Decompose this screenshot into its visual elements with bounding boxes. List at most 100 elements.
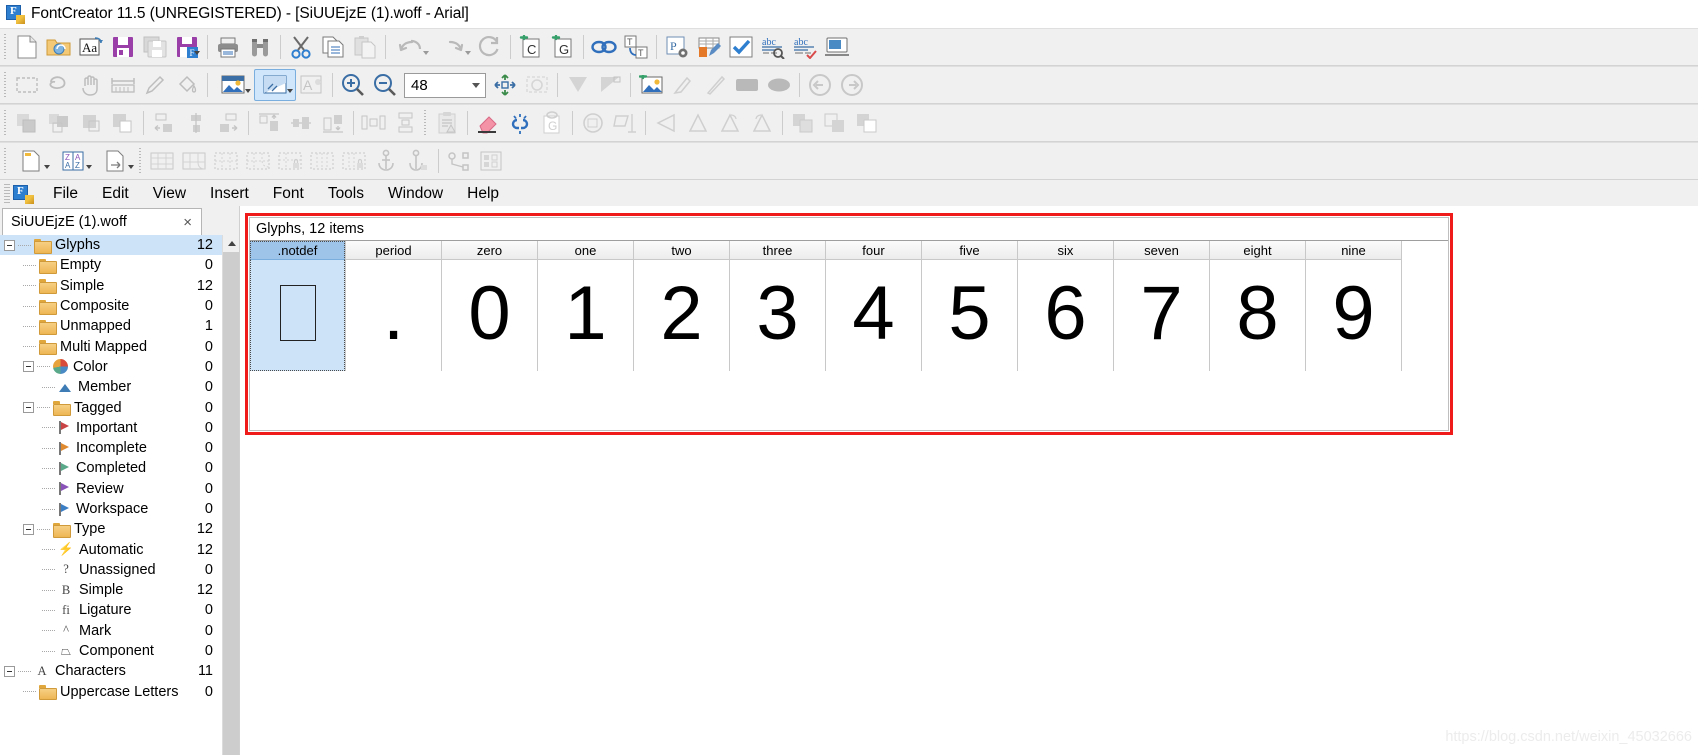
tree-expander-icon[interactable] <box>4 665 15 677</box>
glyph-preview[interactable]: 6 <box>1018 260 1113 371</box>
tree-item-uppercase-letters[interactable]: Uppercase Letters 0 <box>0 682 239 702</box>
tree-expander-icon[interactable] <box>23 523 34 535</box>
glyph-preview[interactable]: . <box>346 260 441 371</box>
tree-item-color[interactable]: Color 0 <box>0 357 239 377</box>
add-c-icon[interactable]: C <box>515 31 547 63</box>
sort-az-icon[interactable]: ZAAZ <box>53 145 95 177</box>
glyph-cell[interactable]: four 4 <box>826 241 922 371</box>
menu-tools[interactable]: Tools <box>316 183 376 205</box>
zoom-out-icon[interactable] <box>369 69 401 101</box>
tree-item-glyphs[interactable]: Glyphs 12 <box>0 235 239 256</box>
tree-item-review[interactable]: Review 0 <box>0 479 239 499</box>
picture-icon[interactable] <box>212 69 254 101</box>
menubar-grip[interactable] <box>4 183 10 204</box>
chevron-down-icon[interactable] <box>467 73 485 97</box>
glyph-preview[interactable]: 0 <box>442 260 537 371</box>
tree-item-component[interactable]: ⏢ Component 0 <box>0 641 239 661</box>
chevron-down-icon[interactable] <box>423 51 429 55</box>
tree-item-empty[interactable]: Empty 0 <box>0 255 239 275</box>
tree-item-type[interactable]: Type 12 <box>0 519 239 539</box>
chevron-down-icon[interactable] <box>128 165 134 169</box>
text-transform-icon[interactable]: TT <box>620 31 652 63</box>
zoom-level-combo[interactable]: 48 <box>404 72 486 98</box>
glyph-cell[interactable]: eight 8 <box>1210 241 1306 371</box>
toolbar-grip[interactable] <box>138 148 144 174</box>
scrollbar-track[interactable] <box>223 252 239 755</box>
fit-arrows-icon[interactable] <box>489 69 521 101</box>
menu-help[interactable]: Help <box>455 183 511 205</box>
table-pencil-icon[interactable] <box>693 31 725 63</box>
document-tab[interactable]: SiUUEjzE (1).woff × <box>2 208 202 235</box>
open-folder-button[interactable] <box>43 31 75 63</box>
glyph-cell[interactable]: zero 0 <box>442 241 538 371</box>
tree-item-workspace[interactable]: Workspace 0 <box>0 499 239 519</box>
chain-link-icon[interactable] <box>588 31 620 63</box>
glyph-cell[interactable]: three 3 <box>730 241 826 371</box>
glyph-transform-icon[interactable] <box>95 145 137 177</box>
save-as-icon[interactable]: F <box>171 31 203 63</box>
new-glyph-page-icon[interactable] <box>11 145 53 177</box>
zoom-in-icon[interactable] <box>337 69 369 101</box>
glyph-cell[interactable]: seven 7 <box>1114 241 1210 371</box>
glyph-tree[interactable]: Glyphs 12 Empty 0 Simple 12 Composite 0 Unmapped… <box>0 235 239 702</box>
glyph-cell[interactable]: one 1 <box>538 241 634 371</box>
tree-item-completed[interactable]: Completed 0 <box>0 458 239 478</box>
glyph-preview[interactable]: 7 <box>1114 260 1209 371</box>
glyph-cell[interactable]: six 6 <box>1018 241 1114 371</box>
tree-item-unassigned[interactable]: ? Unassigned 0 <box>0 560 239 580</box>
glyph-preview[interactable] <box>250 260 345 371</box>
tree-item-characters[interactable]: A Characters 11 <box>0 661 239 681</box>
toolbar-grip[interactable] <box>423 110 429 136</box>
tree-item-automatic[interactable]: ⚡ Automatic 12 <box>0 539 239 559</box>
glyph-grid[interactable]: .notdef period. zero 0 one 1 two 2 three 3 four 4 fi… <box>250 241 1448 371</box>
eraser-icon[interactable] <box>472 107 504 139</box>
glyph-preview[interactable]: 4 <box>826 260 921 371</box>
abc-check-icon[interactable]: abc <box>789 31 821 63</box>
tree-item-tagged[interactable]: Tagged 0 <box>0 397 239 417</box>
tree-item-ligature[interactable]: fi Ligature 0 <box>0 600 239 620</box>
monitor-icon[interactable] <box>821 31 853 63</box>
chevron-down-icon[interactable] <box>245 89 251 93</box>
tree-item-multi-mapped[interactable]: Multi Mapped 0 <box>0 336 239 356</box>
contour-view-icon[interactable] <box>254 69 296 101</box>
chevron-down-icon[interactable] <box>194 51 200 55</box>
font-aa-icon[interactable]: Aa <box>75 31 107 63</box>
tree-item-incomplete[interactable]: Incomplete 0 <box>0 438 239 458</box>
toolbar-grip[interactable] <box>3 72 9 98</box>
menu-edit[interactable]: Edit <box>90 183 141 205</box>
chevron-down-icon[interactable] <box>465 51 471 55</box>
toolbar-grip[interactable] <box>3 148 9 174</box>
add-g-icon[interactable]: G <box>547 31 579 63</box>
tree-item-unmapped[interactable]: Unmapped 1 <box>0 316 239 336</box>
broken-chain-icon[interactable] <box>504 107 536 139</box>
glyph-preview[interactable]: 2 <box>634 260 729 371</box>
save-floppy-icon[interactable] <box>107 31 139 63</box>
chevron-down-icon[interactable] <box>287 89 293 93</box>
chevron-down-icon[interactable] <box>86 165 92 169</box>
scroll-up-icon[interactable] <box>223 235 239 252</box>
glyph-cell[interactable]: five 5 <box>922 241 1018 371</box>
tree-item-mark[interactable]: ^ Mark 0 <box>0 621 239 641</box>
tree-expander-icon[interactable] <box>23 361 34 373</box>
glyph-preview[interactable]: 3 <box>730 260 825 371</box>
glyph-cell[interactable]: period. <box>346 241 442 371</box>
glyph-preview[interactable]: 8 <box>1210 260 1305 371</box>
checkmark-icon[interactable] <box>725 31 757 63</box>
new-document-button[interactable] <box>11 31 43 63</box>
add-picture-icon[interactable] <box>635 69 667 101</box>
close-icon[interactable]: × <box>180 215 195 230</box>
glyph-preview[interactable]: 1 <box>538 260 633 371</box>
chevron-down-icon[interactable] <box>44 165 50 169</box>
toolbar-grip[interactable] <box>3 110 9 136</box>
tree-item-member[interactable]: Member 0 <box>0 377 239 397</box>
menu-font[interactable]: Font <box>261 183 316 205</box>
abc-magnifier-icon[interactable]: abc <box>757 31 789 63</box>
binoculars-icon[interactable] <box>244 31 276 63</box>
menu-insert[interactable]: Insert <box>198 183 261 205</box>
tree-expander-icon[interactable] <box>23 402 34 414</box>
menu-window[interactable]: Window <box>376 183 455 205</box>
tree-expander-icon[interactable] <box>4 239 15 251</box>
glyph-preview[interactable]: 9 <box>1306 260 1401 371</box>
copy-icon[interactable] <box>317 31 349 63</box>
glyph-cell[interactable]: two 2 <box>634 241 730 371</box>
